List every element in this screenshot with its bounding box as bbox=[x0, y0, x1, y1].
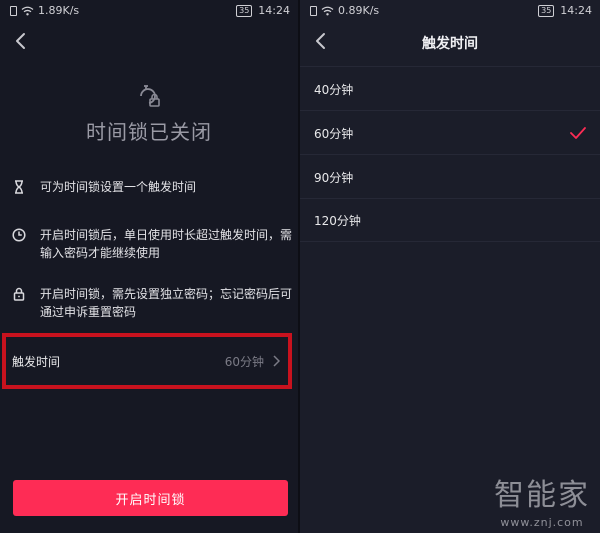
page-title: 时间锁已关闭 bbox=[86, 120, 212, 144]
enable-time-lock-button[interactable]: 开启时间锁 bbox=[13, 480, 288, 516]
option-label: 60分钟 bbox=[314, 126, 354, 141]
back-arrow-icon[interactable] bbox=[10, 30, 32, 52]
info-text: 开启时间锁，需先设置独立密码；忘记密码后可通过申诉重置密码 bbox=[40, 287, 293, 319]
sim-icon bbox=[10, 5, 17, 16]
info-item-password: 开启时间锁，需先设置独立密码；忘记密码后可通过申诉重置密码 bbox=[12, 285, 292, 321]
wifi-icon bbox=[321, 6, 334, 15]
status-bar: 0.89K/s 35 14:24 bbox=[300, 0, 600, 22]
option-label: 120分钟 bbox=[314, 213, 361, 228]
battery-level: 35 bbox=[538, 4, 555, 17]
battery-level: 35 bbox=[236, 4, 253, 17]
option-label: 90分钟 bbox=[314, 170, 354, 185]
option-40-min[interactable]: 40分钟 bbox=[300, 68, 600, 111]
sim-icon bbox=[310, 5, 317, 16]
status-time: 14:24 bbox=[560, 4, 592, 17]
chevron-right-icon bbox=[273, 355, 280, 367]
wifi-icon bbox=[21, 6, 34, 15]
time-lock-screen: 1.89K/s 35 14:24 时间锁已关闭 可为时间锁设置一个触发时间 开启… bbox=[0, 0, 298, 533]
option-label: 40分钟 bbox=[314, 82, 354, 97]
info-item-trigger: 可为时间锁设置一个触发时间 bbox=[12, 178, 292, 196]
trigger-time-value: 60分钟 bbox=[224, 354, 264, 369]
trigger-time-screen: 0.89K/s 35 14:24 触发时间 40分钟 60分钟 90分钟 120… bbox=[300, 0, 600, 533]
status-bar: 1.89K/s 35 14:24 bbox=[0, 0, 298, 22]
status-time: 14:24 bbox=[258, 4, 290, 17]
option-60-min[interactable]: 60分钟 bbox=[300, 112, 600, 155]
trigger-time-row[interactable]: 触发时间 60分钟 bbox=[2, 333, 292, 389]
header-divider bbox=[300, 66, 600, 67]
trigger-time-label: 触发时间 bbox=[12, 354, 61, 369]
network-speed: 1.89K/s bbox=[38, 4, 80, 17]
timer-lock-icon bbox=[140, 85, 160, 107]
hourglass-icon bbox=[15, 180, 23, 194]
info-text: 开启时间锁后，单日使用时长超过触发时间，需输入密码才能继续使用 bbox=[40, 228, 293, 260]
clock-icon bbox=[12, 228, 26, 242]
watermark-url: www.znj.com bbox=[500, 516, 584, 529]
watermark: 智能家 www.znj.com bbox=[494, 470, 590, 529]
page-title: 触发时间 bbox=[422, 36, 478, 52]
info-item-usage: 开启时间锁后，单日使用时长超过触发时间，需输入密码才能继续使用 bbox=[12, 226, 292, 262]
option-90-min[interactable]: 90分钟 bbox=[300, 156, 600, 199]
info-text: 可为时间锁设置一个触发时间 bbox=[40, 180, 197, 194]
checkmark-icon bbox=[570, 127, 586, 139]
watermark-brand: 智能家 bbox=[494, 478, 590, 513]
lock-icon bbox=[13, 287, 25, 301]
option-120-min[interactable]: 120分钟 bbox=[300, 199, 600, 242]
network-speed: 0.89K/s bbox=[338, 4, 380, 17]
